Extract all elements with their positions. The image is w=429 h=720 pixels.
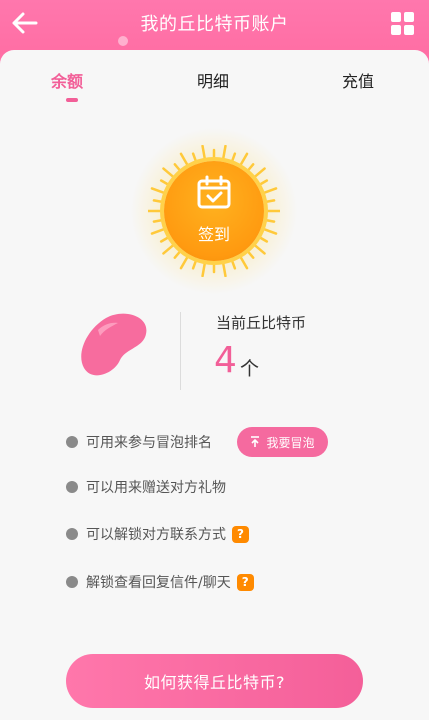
sun-ray bbox=[152, 219, 163, 223]
feature-item: 可以用来赠送对方礼物 bbox=[66, 475, 226, 499]
tab-recharge[interactable]: 充值 bbox=[342, 68, 374, 92]
feature-text: 可用来参与冒泡排名 bbox=[86, 435, 212, 451]
sun-ray bbox=[222, 145, 227, 160]
sun-ray bbox=[191, 260, 197, 270]
sun-ray bbox=[254, 244, 266, 255]
sun-ray bbox=[254, 167, 266, 178]
feature-item: 解锁查看回复信件/聊天 ? bbox=[66, 570, 254, 594]
sun-ray bbox=[263, 187, 278, 194]
sun-ray bbox=[231, 152, 237, 162]
sun-ray bbox=[239, 152, 249, 166]
feature-text: 可以用来赠送对方礼物 bbox=[86, 480, 226, 496]
tab-indicator bbox=[66, 98, 78, 102]
sun-ray bbox=[150, 228, 165, 235]
sun-ray bbox=[162, 167, 174, 178]
sun-ray bbox=[179, 152, 189, 166]
sun-ray bbox=[162, 244, 174, 255]
checkin-button[interactable]: 签到 bbox=[164, 161, 264, 261]
sun-ray bbox=[191, 152, 197, 162]
balance-divider bbox=[180, 312, 181, 390]
sun-ray bbox=[263, 228, 278, 235]
sun-ray bbox=[247, 251, 255, 259]
bullet-icon bbox=[66, 528, 78, 540]
account-card: 余额 明细 充值 签到 当前丘比特币 4 个 可用来参与冒泡排名 我要冒泡 可以… bbox=[0, 50, 429, 720]
sun-ray bbox=[265, 199, 276, 203]
balance-label: 当前丘比特币 bbox=[216, 314, 307, 332]
tab-balance[interactable]: 余额 bbox=[51, 68, 83, 92]
sun-ray bbox=[152, 199, 163, 203]
calendar-check-icon bbox=[197, 175, 231, 209]
sun-ray bbox=[173, 163, 181, 171]
sun-ray bbox=[222, 262, 227, 277]
sun-ray bbox=[173, 251, 181, 259]
sun-ray bbox=[159, 179, 169, 186]
sun-ray bbox=[231, 260, 237, 270]
arrow-up-icon bbox=[251, 436, 260, 447]
sun-ray bbox=[265, 219, 276, 223]
checkin-area: 签到 bbox=[130, 127, 298, 295]
feature-text: 可以解锁对方联系方式 bbox=[86, 527, 226, 543]
sun-ray bbox=[201, 145, 206, 160]
sun-ray bbox=[179, 256, 189, 270]
page-title: 我的丘比特币账户 bbox=[140, 14, 289, 35]
sun-ray bbox=[201, 262, 206, 277]
help-icon[interactable]: ? bbox=[232, 525, 249, 543]
checkin-label: 签到 bbox=[197, 225, 230, 244]
help-icon[interactable]: ? bbox=[236, 573, 254, 591]
balance-unit: 个 bbox=[240, 358, 260, 380]
bubble-up-label: 我要冒泡 bbox=[266, 435, 315, 450]
bullet-icon bbox=[66, 436, 78, 448]
feature-item: 可以解锁对方联系方式 ? bbox=[66, 522, 249, 546]
sun-ray bbox=[247, 163, 255, 171]
app-header: 我的丘比特币账户 bbox=[0, 0, 429, 54]
balance-value: 4 bbox=[214, 340, 237, 381]
decorative-dot bbox=[118, 36, 128, 46]
sun-ray bbox=[150, 187, 165, 194]
menu-button[interactable] bbox=[391, 12, 415, 36]
sun-ray bbox=[239, 256, 249, 270]
sun-ray bbox=[259, 179, 269, 186]
bullet-icon bbox=[66, 576, 78, 588]
bean-icon bbox=[81, 313, 147, 376]
tab-details[interactable]: 明细 bbox=[197, 68, 229, 92]
feature-item: 可用来参与冒泡排名 bbox=[66, 430, 212, 454]
tab-bar: 余额 明细 充值 bbox=[0, 50, 429, 108]
bubble-up-button[interactable]: 我要冒泡 bbox=[237, 427, 328, 457]
how-to-earn-button[interactable]: 如何获得丘比特币? bbox=[66, 654, 363, 708]
bullet-icon bbox=[66, 481, 78, 493]
feature-text: 解锁查看回复信件/聊天 bbox=[86, 575, 231, 591]
